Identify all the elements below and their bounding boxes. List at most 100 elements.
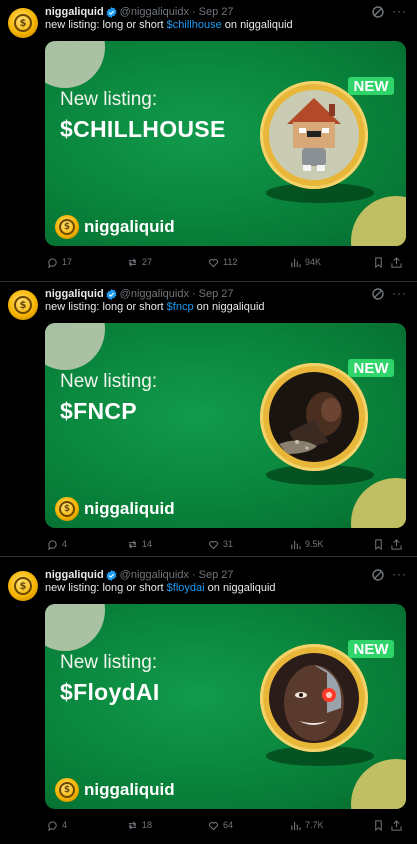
tweet-header: niggaliquid @niggaliquidx · Sep 27: [45, 287, 233, 301]
tweet[interactable]: $ niggaliquid @niggaliquidx · Sep 27 ···…: [0, 282, 417, 563]
like-icon: [208, 258, 219, 267]
grok-icon[interactable]: [371, 5, 385, 19]
brand-name: niggaliquid: [84, 780, 175, 799]
tweet-text-before: new listing: long or short: [45, 301, 167, 313]
share-icon: [391, 256, 402, 268]
tweet-date[interactable]: Sep 27: [199, 569, 234, 581]
repost-button[interactable]: 14: [127, 537, 152, 551]
verified-badge-icon: [106, 288, 117, 300]
decor-shape: [45, 604, 105, 651]
tweet-text: new listing: long or short $floydai on n…: [45, 582, 276, 594]
grok-icon[interactable]: [371, 287, 385, 301]
brand-name: niggaliquid: [84, 217, 175, 236]
tweet-text: new listing: long or short $fncp on nigg…: [45, 301, 265, 313]
brand-logo-icon: $: [55, 215, 79, 239]
verified-badge-icon: [106, 6, 117, 18]
cashtag-link[interactable]: $chillhouse: [167, 19, 222, 31]
reply-count: 4: [62, 539, 68, 549]
more-icon[interactable]: ···: [392, 4, 408, 18]
like-button[interactable]: 64: [208, 818, 233, 832]
brand-logo-icon: $: [55, 778, 79, 802]
tweet-text-before: new listing: long or short: [45, 19, 167, 31]
views-button[interactable]: 94K: [290, 255, 321, 269]
token-image-ring: [260, 363, 368, 471]
repost-icon: [128, 820, 137, 830]
card-title: New listing:: [60, 371, 158, 392]
share-icon: [391, 819, 402, 831]
tweet[interactable]: $ niggaliquid @niggaliquidx · Sep 27 ···…: [0, 563, 417, 844]
listing-card[interactable]: New listing: $FloydAI $ niggaliquid NEW: [45, 604, 406, 809]
author-name[interactable]: niggaliquid: [45, 569, 104, 581]
listing-card[interactable]: New listing: $FNCP $ niggaliquid NEW: [45, 323, 406, 528]
share-button[interactable]: [391, 255, 406, 269]
reply-button[interactable]: 17: [47, 255, 72, 269]
decor-shape: [351, 759, 406, 809]
like-icon: [208, 821, 219, 830]
dark-photo-image: [269, 372, 359, 462]
reply-icon: [48, 257, 57, 268]
bookmark-button[interactable]: [373, 537, 388, 551]
listing-card[interactable]: New listing: $CHILLHOUSE $ niggaliquid N…: [45, 41, 406, 246]
action-bar: 4 18 64 7.7K: [47, 818, 407, 832]
views-button[interactable]: 7.7K: [290, 818, 324, 832]
decor-shape: [45, 323, 105, 370]
bookmark-button[interactable]: [373, 255, 388, 269]
reply-button[interactable]: 4: [47, 537, 67, 551]
card-title: New listing:: [60, 652, 158, 673]
brand-name: niggaliquid: [84, 499, 175, 518]
more-icon[interactable]: ···: [392, 286, 408, 300]
tweet-text-after: on niggaliquid: [193, 301, 265, 313]
like-count: 112: [223, 257, 238, 267]
author-name[interactable]: niggaliquid: [45, 288, 104, 300]
share-button[interactable]: [391, 537, 406, 551]
repost-button[interactable]: 27: [127, 255, 152, 269]
author-handle[interactable]: @niggaliquidx: [120, 288, 189, 300]
reply-icon: [48, 820, 57, 831]
token-image-ring: [260, 81, 368, 189]
repost-button[interactable]: 18: [127, 818, 152, 832]
logo-icon: $: [14, 577, 32, 595]
view-count: 94K: [305, 257, 322, 267]
avatar[interactable]: $: [8, 290, 38, 320]
house-character-image: [269, 90, 359, 180]
card-brand: $ niggaliquid: [55, 214, 175, 240]
new-badge: NEW: [348, 77, 394, 95]
repost-count: 14: [142, 539, 153, 549]
tweet[interactable]: $ niggaliquid @niggaliquidx · Sep 27 ···…: [0, 0, 417, 281]
tweet-text-before: new listing: long or short: [45, 582, 167, 594]
like-button[interactable]: 31: [208, 537, 233, 551]
share-icon: [391, 538, 402, 550]
logo-icon: $: [14, 14, 32, 32]
author-handle[interactable]: @niggaliquidx: [120, 569, 189, 581]
author-name[interactable]: niggaliquid: [45, 6, 104, 18]
views-icon: [291, 821, 301, 830]
views-button[interactable]: 9.5K: [290, 537, 324, 551]
reply-icon: [48, 539, 57, 550]
avatar[interactable]: $: [8, 571, 38, 601]
like-button[interactable]: 112: [208, 255, 237, 269]
bookmark-icon: [375, 538, 382, 550]
bookmark-icon: [375, 819, 382, 831]
repost-icon: [128, 539, 137, 549]
tweet-date[interactable]: Sep 27: [199, 6, 234, 18]
avatar[interactable]: $: [8, 8, 38, 38]
tweet-header: niggaliquid @niggaliquidx · Sep 27: [45, 5, 233, 19]
share-button[interactable]: [391, 818, 406, 832]
reply-button[interactable]: 4: [47, 818, 67, 832]
cashtag-link[interactable]: $floydai: [167, 582, 205, 594]
action-bar: 4 14 31 9.5K: [47, 537, 407, 551]
view-count: 7.7K: [305, 820, 324, 830]
more-icon[interactable]: ···: [392, 567, 408, 581]
new-badge: NEW: [348, 359, 394, 377]
separator-dot: ·: [191, 6, 196, 18]
separator-dot: ·: [191, 288, 196, 300]
grok-icon[interactable]: [371, 568, 385, 582]
like-count: 31: [223, 539, 234, 549]
card-ticker: $FloydAI: [60, 679, 160, 705]
card-ticker: $FNCP: [60, 398, 137, 424]
cashtag-link[interactable]: $fncp: [167, 301, 194, 313]
repost-icon: [128, 257, 137, 267]
tweet-date[interactable]: Sep 27: [199, 288, 234, 300]
bookmark-button[interactable]: [373, 818, 388, 832]
author-handle[interactable]: @niggaliquidx: [120, 6, 189, 18]
